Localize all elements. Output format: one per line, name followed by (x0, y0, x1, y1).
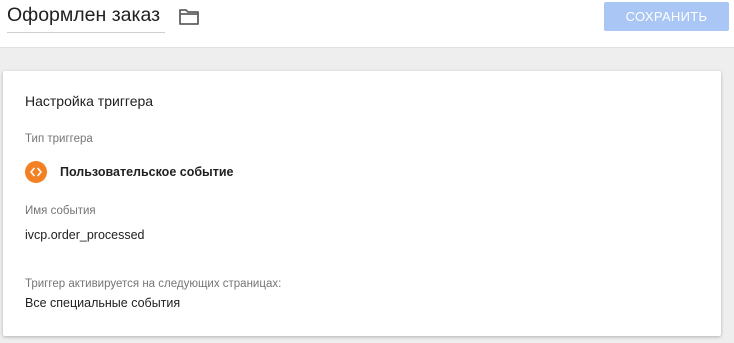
custom-event-icon (25, 161, 47, 183)
folder-icon[interactable] (178, 8, 200, 26)
trigger-type: Пользовательское событие (25, 160, 234, 184)
card-title: Настройка триггера (25, 93, 154, 109)
trigger-config-card[interactable]: Настройка триггера Тип триггера Пользова… (3, 71, 721, 336)
fires-on-label: Триггер активируется на следующих страни… (25, 278, 282, 290)
page-title[interactable]: Оформлен заказ (7, 4, 160, 27)
header-bar: Оформлен заказ СОХРАНИТЬ (0, 0, 734, 48)
fires-on-value: Все специальные события (25, 296, 181, 310)
event-name-value: ivcp.order_processed (25, 228, 145, 242)
trigger-type-label: Тип триггера (25, 133, 93, 145)
event-name-label: Имя события (25, 205, 96, 217)
trigger-name-field[interactable]: Оформлен заказ (7, 3, 165, 33)
save-button[interactable]: СОХРАНИТЬ (604, 2, 729, 31)
trigger-type-value: Пользовательское событие (60, 165, 234, 179)
